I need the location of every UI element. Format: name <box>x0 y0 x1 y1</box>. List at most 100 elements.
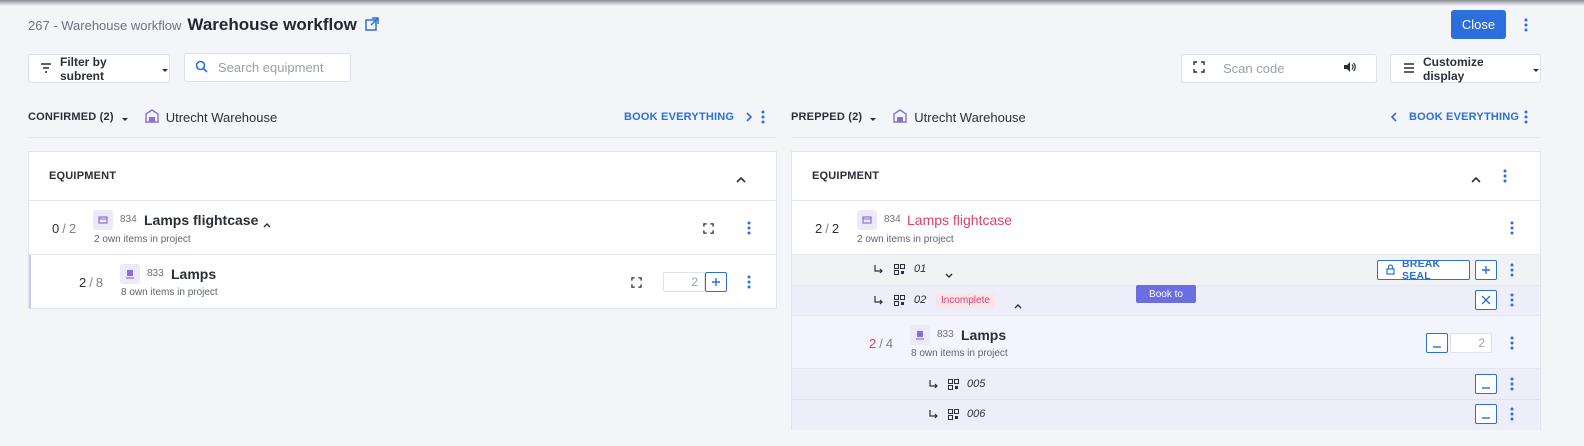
unit-id: 01 <box>914 263 927 275</box>
divider <box>792 200 1540 201</box>
booked-count: 2 / 8 <box>79 275 104 290</box>
search-icon <box>195 60 208 76</box>
booked-count: 2 / 2 <box>815 221 840 236</box>
filter-button[interactable]: Filter by subrent <box>28 54 170 83</box>
search-field[interactable]: Search equipment <box>184 53 351 82</box>
divider <box>28 137 777 138</box>
book-everything-link[interactable]: BOOK EVERYTHING <box>1390 109 1520 125</box>
add-button[interactable] <box>705 272 727 292</box>
item-more-icon[interactable] <box>1505 221 1519 235</box>
qr-icon <box>894 263 905 278</box>
minus-icon <box>1432 336 1442 351</box>
book-everything-link[interactable]: BOOK EVERYTHING <box>624 109 753 125</box>
sub-item-arrow-icon <box>929 408 939 423</box>
minus-icon <box>1481 407 1491 422</box>
nest-indicator <box>29 255 31 308</box>
qr-icon <box>948 408 959 423</box>
search-input[interactable]: Search equipment <box>218 60 324 75</box>
close-icon <box>1481 293 1491 308</box>
scan-icon[interactable] <box>703 222 714 237</box>
scan-icon[interactable] <box>631 276 642 291</box>
list-icon <box>1403 61 1415 76</box>
unit-id: 02 <box>914 294 927 306</box>
minus-icon <box>1481 377 1491 392</box>
book-everything-label: BOOK EVERYTHING <box>1409 111 1520 123</box>
item-more-icon[interactable] <box>1505 336 1519 350</box>
right-column-more-icon[interactable] <box>1519 110 1533 124</box>
divider <box>29 200 776 201</box>
item-name[interactable]: Lamps <box>171 266 216 282</box>
lamp-icon <box>910 325 930 345</box>
chevron-right-icon <box>746 110 753 125</box>
caret-down-icon[interactable] <box>121 110 129 125</box>
warehouse-name: Utrecht Warehouse <box>165 109 278 125</box>
filter-label: Filter by subrent <box>60 54 107 83</box>
page-title: Warehouse workflow <box>187 15 357 34</box>
booked-count: 2 / 4 <box>869 336 894 351</box>
caret-down-icon <box>161 61 169 76</box>
book-everything-label: BOOK EVERYTHING <box>624 111 735 123</box>
chevron-left-icon <box>1390 110 1397 125</box>
item-name[interactable]: Lamps <box>961 327 1006 343</box>
sub-item-arrow-icon <box>874 294 884 309</box>
decrement-button[interactable] <box>1475 374 1497 394</box>
unit-more-icon[interactable] <box>1505 407 1519 421</box>
lock-icon <box>1386 263 1395 278</box>
item-name[interactable]: Lamps flightcase <box>144 212 258 228</box>
add-button[interactable] <box>1475 260 1497 280</box>
section-title: EQUIPMENT <box>812 170 880 182</box>
quantity-input[interactable]: 2 <box>1450 333 1492 353</box>
plus-icon <box>1481 263 1491 278</box>
item-subtitle: 2 own items in project <box>857 234 954 245</box>
chevron-up-icon[interactable] <box>263 216 271 231</box>
item-code: 833 <box>147 268 164 279</box>
right-status-header: PREPPED (2) Utrecht Warehouse <box>791 108 1026 126</box>
section-more-icon[interactable] <box>1498 169 1512 183</box>
scan-input[interactable]: Scan code <box>1223 61 1284 76</box>
volume-icon[interactable] <box>1343 61 1356 76</box>
divider <box>792 399 1540 400</box>
chevron-up-icon[interactable] <box>1014 297 1022 312</box>
caret-down-icon[interactable] <box>869 110 877 125</box>
left-column-more-icon[interactable] <box>756 110 770 124</box>
customize-display-button[interactable]: Customize display <box>1390 54 1541 83</box>
item-more-icon[interactable] <box>742 275 756 289</box>
qr-icon <box>894 294 905 309</box>
item-code: 834 <box>884 214 901 225</box>
break-seal-button[interactable]: BREAK SEAL <box>1377 258 1470 282</box>
unit-more-icon[interactable] <box>1505 293 1519 307</box>
decrement-button[interactable] <box>1475 404 1497 424</box>
divider <box>791 137 1541 138</box>
item-subtitle: 2 own items in project <box>94 234 191 245</box>
status-badge: Incomplete <box>936 293 995 308</box>
window-shadow <box>0 0 1584 6</box>
booked-count: 0 / 2 <box>52 221 77 236</box>
close-button[interactable]: Close <box>1451 10 1506 39</box>
chevron-down-icon[interactable] <box>945 266 953 281</box>
chevron-up-icon[interactable] <box>1471 171 1481 186</box>
external-link-icon[interactable] <box>365 16 379 34</box>
status-dropdown[interactable]: CONFIRMED (2) <box>28 111 114 123</box>
breadcrumb[interactable]: 267 - Warehouse workflow <box>28 18 181 33</box>
scan-icon <box>1193 61 1205 76</box>
status-dropdown[interactable]: PREPPED (2) <box>791 111 862 123</box>
sub-item-arrow-icon <box>929 378 939 393</box>
qr-icon <box>948 378 959 393</box>
caret-down-icon <box>1532 61 1540 76</box>
tooltip: Book to <box>1136 285 1196 303</box>
divider <box>29 254 776 255</box>
item-more-icon[interactable] <box>742 221 756 235</box>
unit-more-icon[interactable] <box>1505 263 1519 277</box>
scan-field[interactable]: Scan code <box>1181 54 1377 83</box>
decrement-button[interactable] <box>1426 333 1448 353</box>
remove-button[interactable] <box>1475 290 1497 310</box>
item-subtitle: 8 own items in project <box>121 287 218 298</box>
chevron-up-icon[interactable] <box>736 171 746 186</box>
warehouse-icon <box>893 108 907 126</box>
item-name[interactable]: Lamps flightcase <box>907 212 1012 228</box>
unit-more-icon[interactable] <box>1505 377 1519 391</box>
quantity-input[interactable]: 2 <box>663 272 705 292</box>
break-seal-label: BREAK SEAL <box>1402 258 1441 282</box>
unit-id: 006 <box>967 408 986 420</box>
header-more-icon[interactable] <box>1519 17 1533 33</box>
